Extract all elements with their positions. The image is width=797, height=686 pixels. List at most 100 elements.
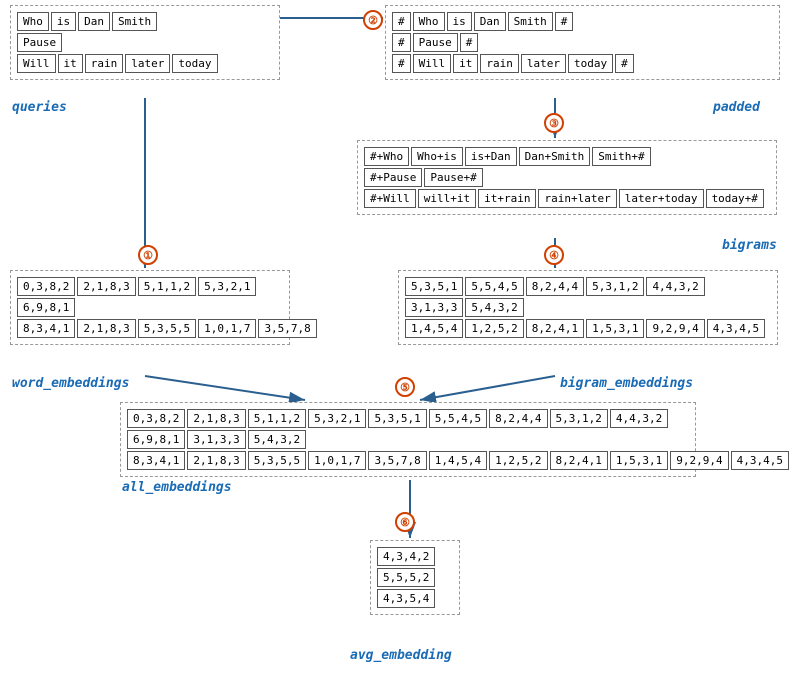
token: rain [85,54,124,73]
token: 1,2,5,2 [465,319,523,338]
token: later [521,54,566,73]
token: 1,0,1,7 [308,451,366,470]
token: 5,3,5,5 [138,319,196,338]
bigrams-row-2: #+Pause Pause+# [364,168,770,187]
token: 6,9,8,1 [17,298,75,317]
queries-row-3: Will it rain later today [17,54,273,73]
token: later+today [619,189,704,208]
token: 5,4,3,2 [248,430,306,449]
token: 3,5,7,8 [258,319,316,338]
token: 1,0,1,7 [198,319,256,338]
token: it [58,54,83,73]
avg-emb-row-1: 4,3,4,2 [377,547,453,566]
token: it [453,54,478,73]
token: is [51,12,76,31]
step-1: ① [138,245,158,265]
all-emb-row-2: 6,9,8,1 3,1,3,3 5,4,3,2 [127,430,689,449]
token: 5,3,1,2 [550,409,608,428]
step-3: ③ [544,113,564,133]
token: 5,3,5,5 [248,451,306,470]
token: Will [413,54,452,73]
token: # [392,33,411,52]
token: Dan [474,12,506,31]
token: 1,5,3,1 [586,319,644,338]
token: 5,3,1,2 [586,277,644,296]
token: Will [17,54,56,73]
word-embeddings-box: 0,3,8,2 2,1,8,3 5,1,1,2 5,3,2,1 6,9,8,1 … [10,270,290,345]
token: Smith [112,12,157,31]
bigrams-label: bigrams [722,238,777,253]
token: 4,4,3,2 [646,277,704,296]
padded-box: # Who is Dan Smith # # Pause # # Will it… [385,5,780,80]
token: 5,1,1,2 [248,409,306,428]
token: 0,3,8,2 [17,277,75,296]
token: today [568,54,613,73]
bigrams-box: #+Who Who+is is+Dan Dan+Smith Smith+# #+… [357,140,777,215]
bigrams-row-1: #+Who Who+is is+Dan Dan+Smith Smith+# [364,147,770,166]
step-4: ④ [544,245,564,265]
token: Smith+# [592,147,650,166]
token: Who+is [411,147,463,166]
token: is [447,12,472,31]
token: it+rain [478,189,536,208]
all-embeddings-label: all_embeddings [122,480,232,495]
token: 8,2,4,4 [489,409,547,428]
word-emb-row-2: 6,9,8,1 [17,298,283,317]
token: 4,4,3,2 [610,409,668,428]
bigram-emb-row-1: 5,3,5,1 5,5,4,5 8,2,4,4 5,3,1,2 4,4,3,2 [405,277,771,296]
token: 3,5,7,8 [368,451,426,470]
padded-row-3: # Will it rain later today # [392,54,773,73]
token: today [172,54,217,73]
token: # [555,12,574,31]
token: Who [413,12,445,31]
queries-row-2: Pause [17,33,273,52]
bigram-embeddings-box: 5,3,5,1 5,5,4,5 8,2,4,4 5,3,1,2 4,4,3,2 … [398,270,778,345]
token: 2,1,8,3 [187,451,245,470]
token: 8,3,4,1 [17,319,75,338]
token: will+it [418,189,476,208]
padded-row-1: # Who is Dan Smith # [392,12,773,31]
token: 2,1,8,3 [187,409,245,428]
token: 5,3,2,1 [308,409,366,428]
token: Who [17,12,49,31]
token: 1,2,5,2 [489,451,547,470]
token: 0,3,8,2 [127,409,185,428]
token: Pause+# [424,168,482,187]
token: 9,2,9,4 [670,451,728,470]
bigram-emb-row-3: 1,4,5,4 1,2,5,2 8,2,4,1 1,5,3,1 9,2,9,4 … [405,319,771,338]
avg-embedding-box: 4,3,4,2 5,5,5,2 4,3,5,4 [370,540,460,615]
avg-emb-row-3: 4,3,5,4 [377,589,453,608]
token: 2,1,8,3 [77,319,135,338]
token: 8,3,4,1 [127,451,185,470]
token: 6,9,8,1 [127,430,185,449]
token: 5,5,5,2 [377,568,435,587]
token: Dan+Smith [519,147,591,166]
token: # [392,12,411,31]
token: 8,2,4,4 [526,277,584,296]
queries-box: Who is Dan Smith Pause Will it rain late… [10,5,280,80]
bigram-emb-row-2: 3,1,3,3 5,4,3,2 [405,298,771,317]
token: #+Pause [364,168,422,187]
token: Smith [508,12,553,31]
all-embeddings-box: 0,3,8,2 2,1,8,3 5,1,1,2 5,3,2,1 5,3,5,1 … [120,402,696,477]
token: Dan [78,12,110,31]
bigrams-row-3: #+Will will+it it+rain rain+later later+… [364,189,770,208]
token: 5,4,3,2 [465,298,523,317]
token: 5,3,2,1 [198,277,256,296]
token: 5,3,5,1 [368,409,426,428]
token: Pause [413,33,458,52]
token: 5,3,5,1 [405,277,463,296]
token: later [125,54,170,73]
token: 1,4,5,4 [429,451,487,470]
token: 8,2,4,1 [550,451,608,470]
token: Pause [17,33,62,52]
word-emb-row-1: 0,3,8,2 2,1,8,3 5,1,1,2 5,3,2,1 [17,277,283,296]
step-6: ⑥ [395,512,415,532]
token: is+Dan [465,147,517,166]
token: 5,5,4,5 [429,409,487,428]
token: rain [480,54,519,73]
token: 1,4,5,4 [405,319,463,338]
all-emb-row-1: 0,3,8,2 2,1,8,3 5,1,1,2 5,3,2,1 5,3,5,1 … [127,409,689,428]
padded-row-2: # Pause # [392,33,773,52]
token: 8,2,4,1 [526,319,584,338]
